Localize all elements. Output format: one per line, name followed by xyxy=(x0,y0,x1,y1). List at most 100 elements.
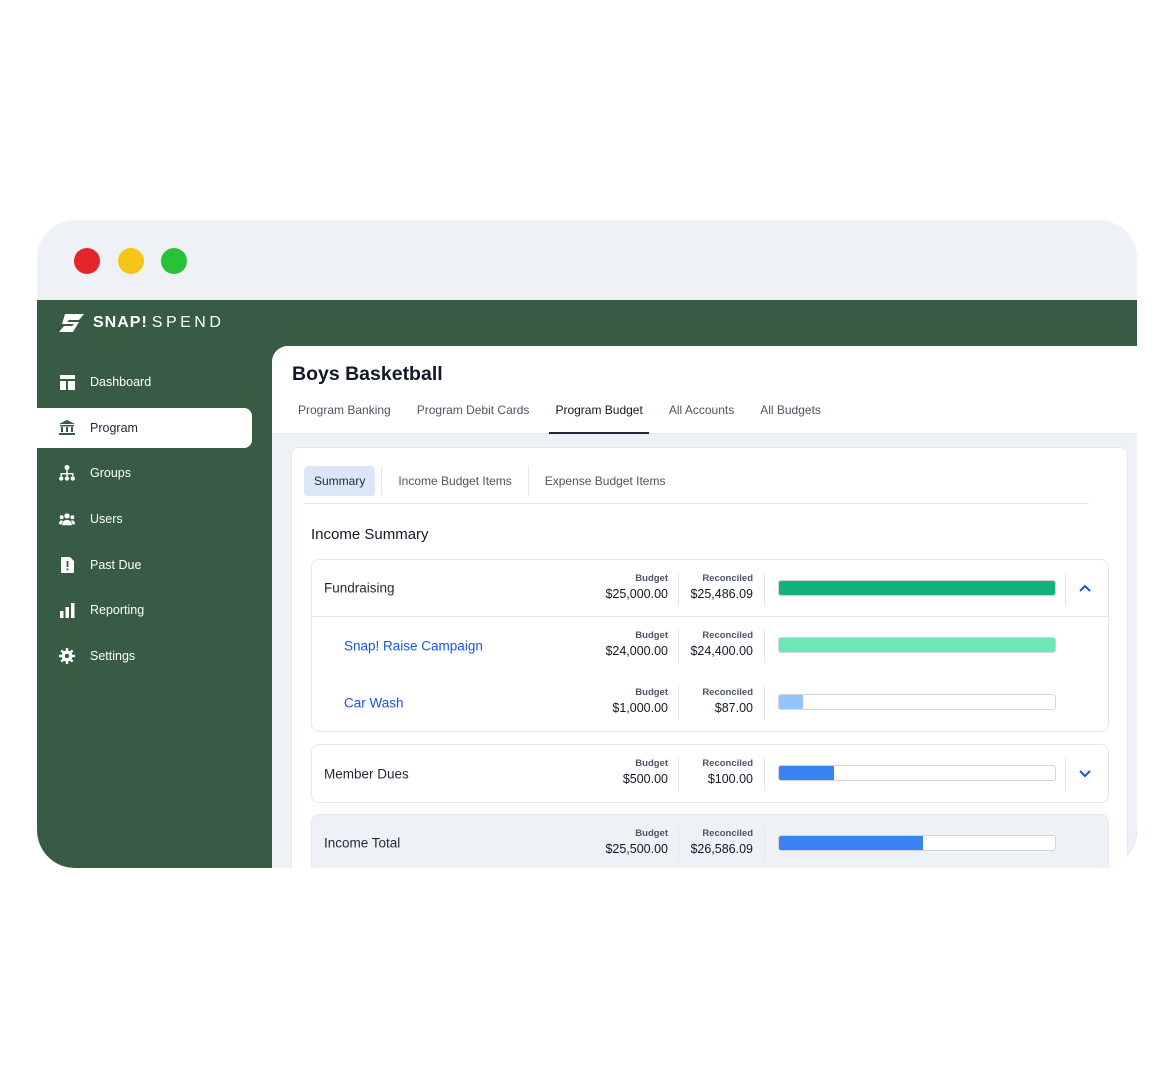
member-dues-row[interactable]: Member Dues Budget $500.00 Reconciled $1… xyxy=(312,745,1108,802)
income-total-content: Income Total Budget $25,500.00 Reconcile… xyxy=(312,815,1108,868)
sidebar-item-label: Settings xyxy=(90,649,136,664)
chevron-down-icon[interactable] xyxy=(1076,765,1094,783)
tab-all-budgets[interactable]: All Budgets xyxy=(754,394,827,434)
progress-bar xyxy=(778,765,1056,781)
sidebar-item-label: Past Due xyxy=(90,557,142,572)
budget-value: $1,000.00 xyxy=(612,701,668,715)
progress-bar xyxy=(778,694,1056,710)
chevron-up-icon[interactable] xyxy=(1076,579,1094,597)
tab-all-accounts[interactable]: All Accounts xyxy=(663,394,740,434)
divider xyxy=(678,572,679,606)
reconciled-stat: Reconciled $24,400.00 xyxy=(690,630,753,658)
sidebar-item-settings[interactable]: Settings xyxy=(37,636,272,676)
budget-label: Budget xyxy=(635,630,668,641)
budget-item-link[interactable]: Snap! Raise Campaign xyxy=(344,638,483,653)
app-logo[interactable]: SNAP! SPEND xyxy=(57,312,224,334)
org-chart-icon xyxy=(59,465,75,482)
progress-fill xyxy=(779,695,803,709)
divider xyxy=(678,686,679,720)
divider xyxy=(1065,572,1066,606)
logo-light-text: SPEND xyxy=(151,314,225,331)
budget-value: $500.00 xyxy=(622,772,668,786)
browser-window: SNAP! SPEND Dashboard Program Groups Use… xyxy=(37,220,1137,868)
sidebar-item-users[interactable]: Users xyxy=(37,499,272,539)
fundraising-row[interactable]: Fundraising Budget $25,000.00 Reconciled… xyxy=(312,560,1108,617)
reconciled-stat: Reconciled $25,486.09 xyxy=(690,573,753,601)
sidebar-item-label: Program xyxy=(90,420,138,435)
app-shell: SNAP! SPEND Dashboard Program Groups Use… xyxy=(37,300,1137,868)
snap-logo-icon xyxy=(59,314,84,332)
page-header: Boys Basketball Program Banking Program … xyxy=(272,346,1137,434)
progress-bar xyxy=(778,637,1056,653)
reconciled-value: $26,586.09 xyxy=(690,842,753,856)
budget-label: Budget xyxy=(635,573,668,584)
subtab-income-budget-items[interactable]: Income Budget Items xyxy=(388,466,521,496)
fundraising-group: Fundraising Budget $25,000.00 Reconciled… xyxy=(311,559,1109,732)
divider xyxy=(1065,757,1066,791)
reconciled-value: $87.00 xyxy=(714,701,753,715)
divider xyxy=(764,827,765,861)
progress-fill xyxy=(779,638,1055,652)
reconciled-stat: Reconciled $26,586.09 xyxy=(690,828,753,856)
sidebar-item-reporting[interactable]: Reporting xyxy=(37,590,272,630)
bank-icon xyxy=(59,420,75,436)
divider xyxy=(764,757,765,791)
row-label: Income Total xyxy=(324,835,401,851)
divider xyxy=(764,686,765,720)
tab-program-budget[interactable]: Program Budget xyxy=(549,394,650,434)
budget-stat: Budget $500.00 xyxy=(623,758,668,786)
divider xyxy=(764,629,765,663)
page-title: Boys Basketball xyxy=(292,363,443,385)
bar-chart-icon xyxy=(59,602,75,618)
reconciled-label: Reconciled xyxy=(702,758,753,769)
budget-label: Budget xyxy=(635,828,668,839)
divider xyxy=(678,827,679,861)
subtab-summary[interactable]: Summary xyxy=(304,466,376,496)
budget-item-row[interactable]: Car Wash Budget $1,000.00 Reconciled $87… xyxy=(312,674,1108,731)
budget-value: $25,500.00 xyxy=(605,842,668,856)
dashboard-icon xyxy=(59,374,75,390)
reconciled-stat: Reconciled $87.00 xyxy=(702,687,753,715)
sidebar-item-past-due[interactable]: Past Due xyxy=(37,545,272,585)
subtab-divider xyxy=(527,466,529,496)
sidebar-item-groups[interactable]: Groups xyxy=(37,453,272,493)
sidebar-item-label: Reporting xyxy=(90,603,145,618)
budget-item-link[interactable]: Car Wash xyxy=(344,695,404,710)
progress-bar xyxy=(778,835,1056,851)
reconciled-label: Reconciled xyxy=(702,573,753,584)
users-icon xyxy=(59,511,75,527)
section-title: Income Summary xyxy=(311,526,429,543)
budget-stat: Budget $25,500.00 xyxy=(605,828,668,856)
reconciled-label: Reconciled xyxy=(702,687,753,698)
sidebar-nav: Dashboard Program Groups Users Past Due … xyxy=(37,362,272,682)
income-total-row: Income Total Budget $25,500.00 Reconcile… xyxy=(311,814,1109,868)
program-tabs: Program Banking Program Debit Cards Prog… xyxy=(292,394,841,434)
reconciled-value: $24,400.00 xyxy=(690,644,753,658)
reconciled-stat: Reconciled $100.00 xyxy=(702,758,753,786)
sidebar-item-label: Groups xyxy=(90,466,131,481)
sidebar-item-label: Users xyxy=(90,512,123,527)
budget-label: Budget xyxy=(635,687,668,698)
reconciled-value: $25,486.09 xyxy=(690,587,753,601)
tab-program-banking[interactable]: Program Banking xyxy=(292,394,397,434)
reconciled-value: $100.00 xyxy=(707,772,753,786)
sidebar-item-program[interactable]: Program xyxy=(37,407,252,448)
logo-bold-text: SNAP! xyxy=(93,314,148,331)
progress-fill xyxy=(779,581,1055,595)
reconciled-label: Reconciled xyxy=(702,630,753,641)
tab-program-debit-cards[interactable]: Program Debit Cards xyxy=(411,394,536,434)
main-content: Boys Basketball Program Banking Program … xyxy=(272,346,1137,868)
gear-icon xyxy=(59,648,75,665)
sidebar-item-dashboard[interactable]: Dashboard xyxy=(37,362,272,402)
logo-wordmark: SNAP! SPEND xyxy=(93,314,224,332)
subtab-expense-budget-items[interactable]: Expense Budget Items xyxy=(535,466,676,496)
budget-value: $25,000.00 xyxy=(605,587,668,601)
close-window-button[interactable] xyxy=(74,248,100,274)
row-label: Fundraising xyxy=(324,580,395,596)
row-label: Member Dues xyxy=(324,766,409,781)
maximize-window-button[interactable] xyxy=(161,248,187,274)
budget-item-row[interactable]: Snap! Raise Campaign Budget $24,000.00 R… xyxy=(312,617,1108,674)
divider xyxy=(764,572,765,606)
minimize-window-button[interactable] xyxy=(118,248,144,274)
budget-value: $24,000.00 xyxy=(605,644,668,658)
